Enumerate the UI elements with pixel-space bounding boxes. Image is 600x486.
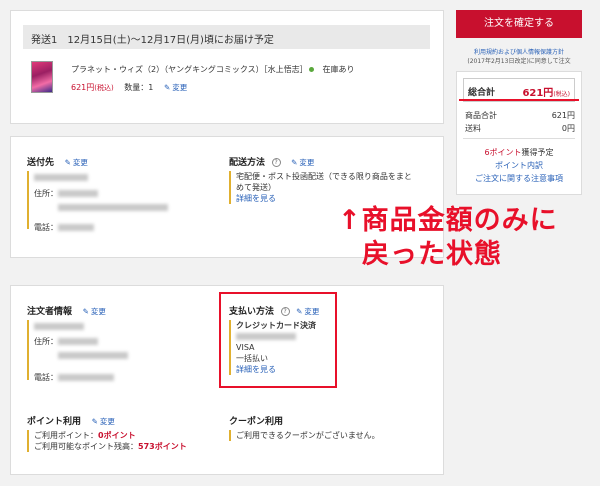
dest-phone-label: 電話： (34, 223, 58, 232)
dest-title: 送付先 (27, 158, 55, 168)
orderer-edit-link[interactable]: 変更 (83, 307, 106, 316)
points-used-label: ご利用ポイント： (34, 431, 98, 440)
payment-installments: 一括払い (236, 354, 268, 363)
subtotal-label: 商品合計 (465, 111, 497, 120)
shipment-header: 発送1 12月15日(土)〜12月17日(月)頃にお届け予定 (23, 25, 430, 49)
help-icon[interactable]: ? (280, 307, 290, 316)
annotation-text: ↑商品金額のみに 戻った状態 (338, 204, 558, 272)
terms-link[interactable]: 利用規約および個人情報保護方針 (456, 48, 582, 57)
shipment-panel: 発送1 12月15日(土)〜12月17日(月)頃にお届け予定 プラネット・ウィズ… (10, 10, 444, 124)
order-panel: 注文者情報 変更 住所： 電話： 支払い方法 ? 変更 クレジットカード決済 V… (10, 285, 444, 475)
summary-divider (463, 138, 575, 139)
points-details: ご利用ポイント：0ポイント ご利用可能なポイント残高：573ポイント (27, 430, 187, 452)
subtotal-value: 621円 (551, 111, 575, 120)
summary-panel: 総合計 621円(税込) 商品合計 621円 送料 0円 6ポイント獲得予定 ポ… (456, 71, 582, 195)
method-detail-link[interactable]: 詳細を見る (236, 193, 419, 204)
order-notes-link[interactable]: ご注文に関する注意事項 (457, 172, 581, 185)
annotation-line1: ↑商品金額のみに (338, 205, 558, 236)
annotation-line2: 戻った状態 (362, 239, 502, 270)
shipment-title: 発送1 12月15日(土)〜12月17日(月)頃にお届け予定 (31, 35, 274, 46)
shipping-label: 送料 (465, 124, 481, 133)
product-thumbnail[interactable] (31, 61, 53, 93)
points-edit-link[interactable]: 変更 (92, 417, 115, 426)
points-title: ポイント利用 (27, 417, 82, 427)
points-detail-link[interactable]: ポイント内訳 (457, 159, 581, 172)
coupon-title: クーポン利用 (229, 417, 284, 427)
orderer-details: 住所： 電話： (27, 320, 128, 382)
product-price-tax: (税込) (94, 84, 114, 92)
qty-edit-link[interactable]: 変更 (164, 83, 187, 92)
method-edit-link[interactable]: 変更 (291, 158, 314, 167)
terms-line2: (2017年2月13日改定)に同意して注文 (467, 58, 571, 65)
orderer-phone-label: 電話： (34, 373, 58, 382)
payment-card: VISA (236, 343, 255, 352)
method-title: 配送方法 (229, 158, 266, 168)
product-title[interactable]: プラネット・ウィズ（2）（ヤングキングコミックス）［水上悟志］ (71, 65, 308, 74)
payment-title: 支払い方法 (229, 307, 275, 317)
points-earned-suffix: 獲得予定 (521, 148, 554, 157)
coupon-message: ご利用できるクーポンがございません。 (236, 431, 380, 440)
points-avail-label: ご利用可能なポイント残高： (34, 442, 138, 451)
terms-note: 利用規約および個人情報保護方針 (2017年2月13日改定)に同意して注文 (456, 48, 582, 66)
payment-details: クレジットカード決済 VISA 一括払い 詳細を見る (229, 320, 316, 375)
payment-method: クレジットカード決済 (236, 321, 316, 330)
payment-detail-link[interactable]: 詳細を見る (236, 364, 316, 375)
confirm-order-button[interactable]: 注文を確定する (456, 10, 582, 38)
product-price: 621円 (71, 83, 95, 92)
total-tax: (税込) (553, 91, 570, 98)
method-details: 宅配便・ポスト投函配送（できる限り商品をまとめて発送） 詳細を見る (229, 171, 419, 204)
dest-details: 住所： 電話： (27, 171, 168, 232)
points-earned: 6ポイント (484, 148, 522, 157)
total-value: 621円 (522, 88, 554, 99)
product-qty: 数量：1 (124, 83, 154, 92)
points-avail-value: 573ポイント (138, 442, 187, 451)
confirm-order-label: 注文を確定する (484, 18, 554, 29)
total-label: 総合計 (468, 88, 496, 98)
method-value: 宅配便・ポスト投函配送（できる限り商品をまとめて発送） (236, 172, 412, 192)
dest-address-label: 住所： (34, 189, 58, 198)
orderer-address-label: 住所： (34, 337, 58, 346)
shipping-value: 0円 (561, 124, 575, 133)
points-used-value: 0ポイント (98, 431, 136, 440)
dest-edit-link[interactable]: 変更 (65, 158, 88, 167)
help-icon[interactable]: ? (271, 158, 281, 167)
total-underline (459, 99, 579, 101)
stock-dot-icon (309, 67, 314, 72)
orderer-title: 注文者情報 (27, 307, 73, 317)
payment-edit-link[interactable]: 変更 (296, 307, 319, 316)
stock-status: 在庫あり (322, 65, 355, 74)
